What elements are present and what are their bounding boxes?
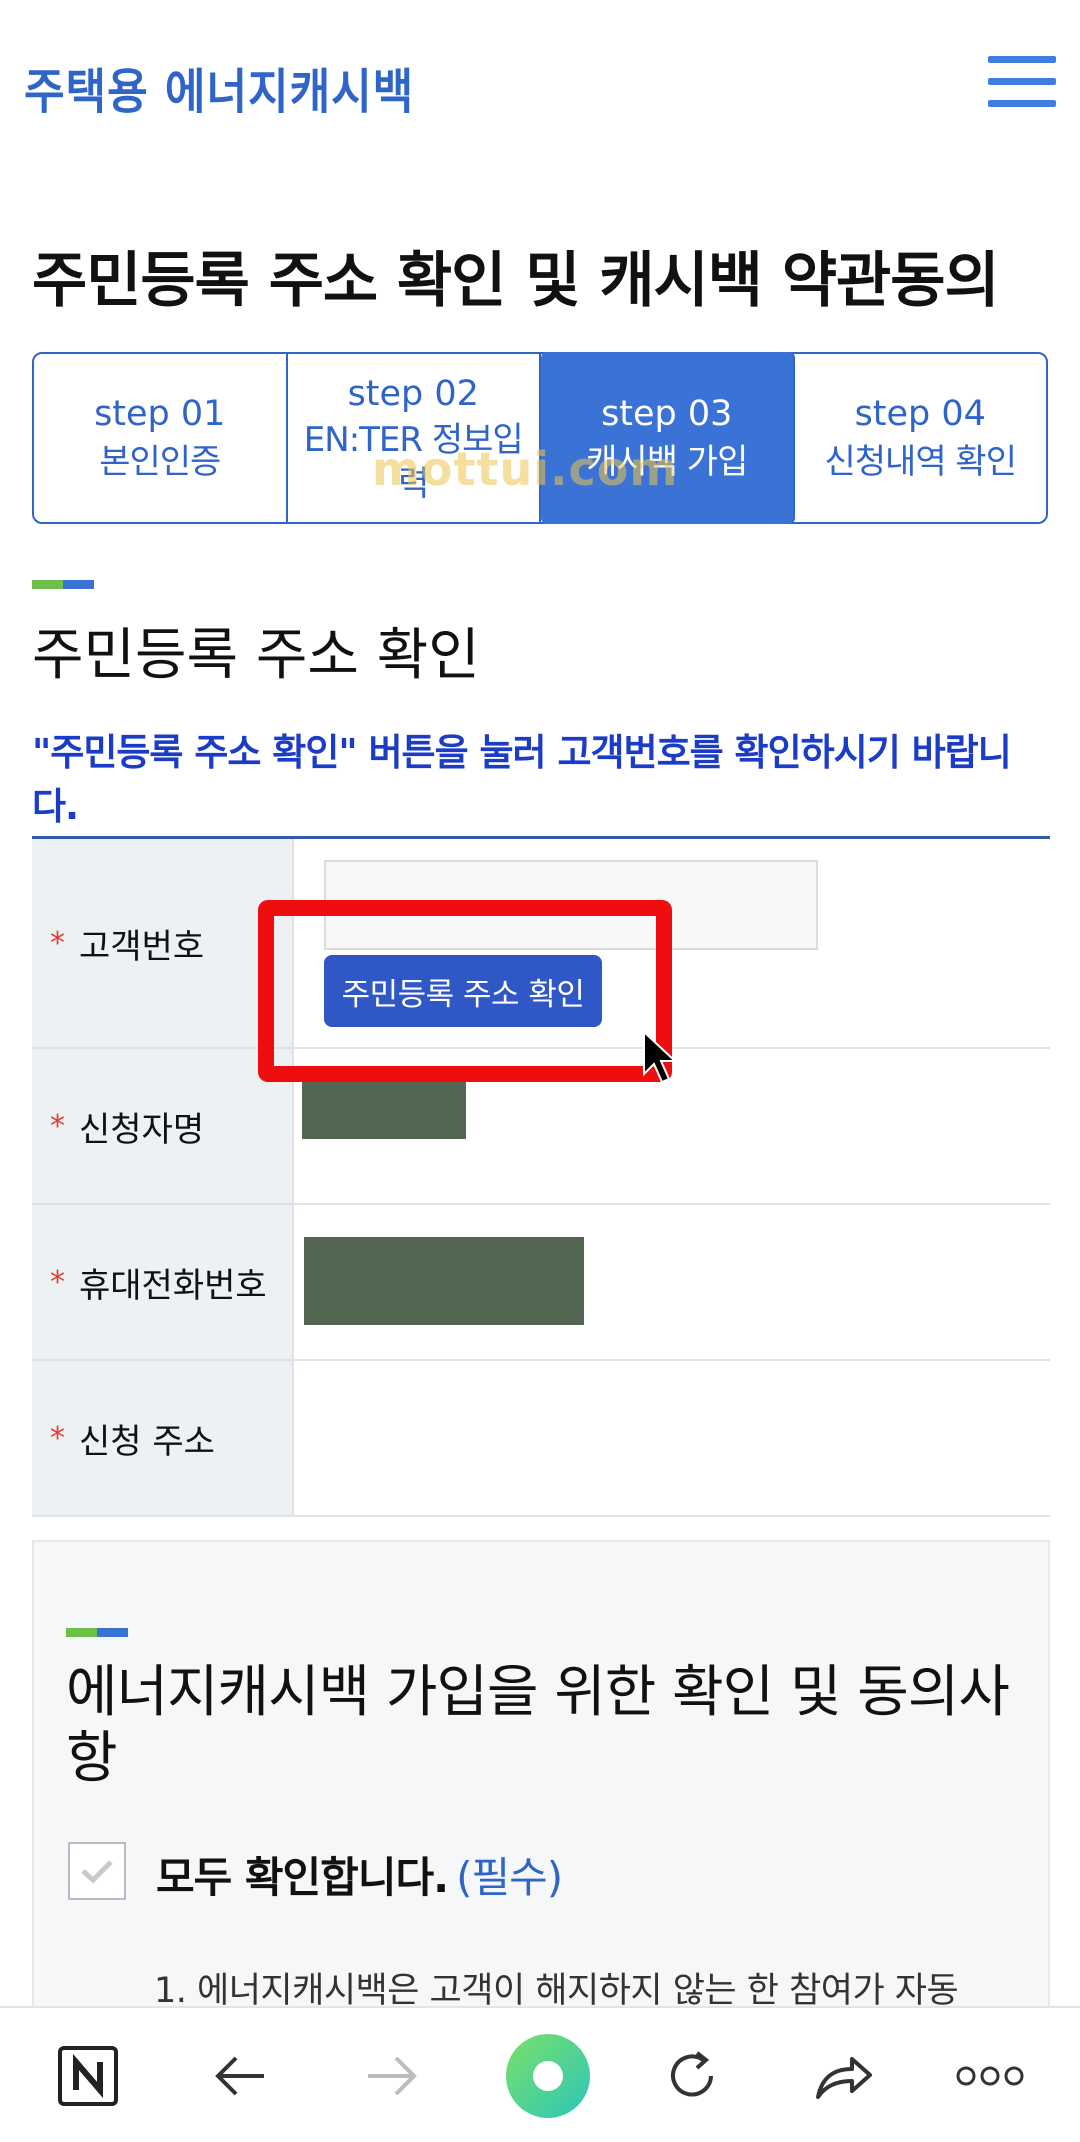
agree-all-label[interactable]: 모두 확인합니다. (필수) [156, 1844, 563, 1905]
green-orb-icon[interactable] [500, 2028, 596, 2124]
step-number: step 01 [94, 394, 226, 434]
step-number: step 04 [854, 394, 986, 434]
check-icon [81, 1860, 113, 1884]
forward-arrow-icon[interactable] [352, 2036, 432, 2116]
field-label-text: 고객번호 [79, 926, 205, 967]
notice-text: "주민등록 주소 확인" 버튼을 눌러 고객번호를 확인하시기 바랍니다. [32, 731, 1012, 828]
redacted-phone [304, 1237, 584, 1325]
field-label: * 고객번호 [32, 839, 294, 1047]
red-highlight-box [258, 900, 672, 1082]
required-text: (필수) [456, 1853, 563, 1902]
field-label: * 휴대전화번호 [32, 1205, 294, 1359]
step-number: step 03 [601, 394, 733, 434]
field-label-text: 휴대전화번호 [79, 1265, 267, 1306]
required-mark: * [50, 1264, 65, 1300]
step-label: 캐시백 가입 [586, 442, 748, 482]
terms-panel: 에너지캐시백 가입을 위한 확인 및 동의사항 모두 확인합니다. (필수) 1.… [32, 1540, 1050, 2060]
step-label: 신청내역 확인 [824, 442, 1017, 482]
back-arrow-icon[interactable] [200, 2036, 280, 2116]
step-3-active: step 03 캐시백 가입 [541, 352, 795, 524]
page-title: 주민등록 주소 확인 및 캐시백 약관동의 [32, 246, 1000, 316]
field-label: * 신청 주소 [32, 1361, 294, 1515]
redacted-name [302, 1073, 466, 1139]
step-1: step 01 본인인증 [34, 354, 288, 522]
refresh-icon[interactable] [652, 2036, 732, 2116]
section-accent-bar [32, 580, 94, 589]
field-label-text: 신청 주소 [79, 1421, 215, 1462]
form-row-address: * 신청 주소 [32, 1361, 1050, 1517]
n-home-icon[interactable] [48, 2036, 128, 2116]
menu-icon[interactable] [988, 56, 1056, 108]
required-mark: * [50, 925, 65, 961]
share-icon[interactable] [804, 2036, 884, 2116]
section-title: 주민등록 주소 확인 [32, 623, 480, 688]
step-label: 본인인증 [99, 442, 221, 482]
more-dots-icon[interactable] [952, 2036, 1028, 2116]
step-indicator: step 01 본인인증 step 02 EN:TER 정보입력 step 03… [32, 352, 1048, 524]
field-value [294, 1361, 1050, 1515]
required-mark: * [50, 1108, 65, 1144]
field-value [294, 1205, 1050, 1359]
agree-all-text: 모두 확인합니다. [156, 1853, 449, 1902]
browser-bottom-bar [0, 2006, 1080, 2142]
terms-title: 에너지캐시백 가입을 위한 확인 및 동의사항 [66, 1660, 1010, 1791]
field-label-text: 신청자명 [79, 1109, 205, 1150]
agree-all-checkbox[interactable] [68, 1842, 126, 1900]
required-mark: * [50, 1420, 65, 1456]
step-number: step 02 [347, 374, 479, 414]
section-accent-bar [66, 1628, 128, 1637]
step-2: step 02 EN:TER 정보입력 [288, 354, 541, 522]
mouse-cursor-icon [643, 1030, 678, 1084]
form-row-phone: * 휴대전화번호 [32, 1205, 1050, 1361]
site-header: 주택용 에너지캐시백 [0, 0, 1080, 170]
step-4: step 04 신청내역 확인 [795, 354, 1047, 522]
site-logo[interactable]: 주택용 에너지캐시백 [24, 52, 414, 122]
field-label: * 신청자명 [32, 1049, 294, 1203]
step-label: EN:TER 정보입력 [303, 420, 524, 504]
